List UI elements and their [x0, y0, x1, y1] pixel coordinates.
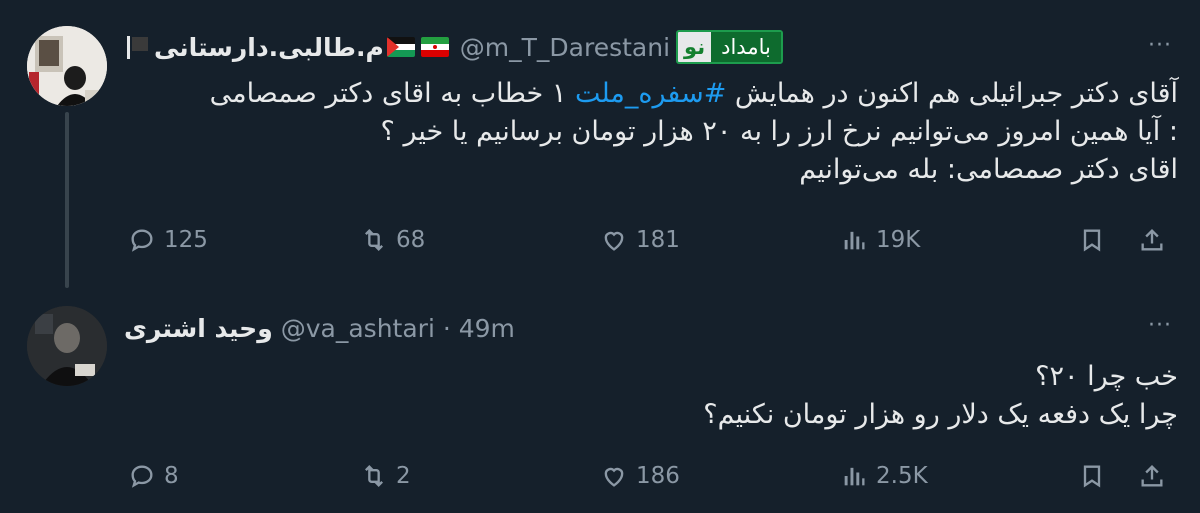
share-button[interactable]: [1138, 462, 1174, 490]
like-button[interactable]: 186: [600, 462, 680, 490]
share-button[interactable]: [1138, 226, 1174, 254]
retweet-icon: [365, 229, 383, 251]
tweet-text-line-2: : آیا همین امروز می‌توانیم نرخ ارز را به…: [380, 116, 1178, 147]
avatar[interactable]: [27, 306, 107, 386]
share-icon: [1141, 465, 1163, 487]
like-icon: [604, 231, 624, 251]
views-count: 19K: [876, 227, 921, 253]
reply-icon: [131, 465, 153, 488]
more-icon[interactable]: ···: [1146, 314, 1174, 342]
action-bar: 125 68 181 19K: [124, 218, 1176, 262]
share-icon: [1141, 229, 1163, 251]
display-name[interactable]: وحید اشتری: [124, 314, 273, 343]
like-count: 181: [636, 227, 680, 253]
user-handle[interactable]: @va_ashtari · 49m: [281, 314, 515, 343]
like-count: 186: [636, 463, 680, 489]
flag-icon: [124, 33, 150, 61]
retweet-count: 2: [396, 463, 411, 489]
tweet-header: وحید اشتری @va_ashtari · 49m: [124, 308, 515, 348]
reply-icon: [131, 229, 153, 252]
retweet-button[interactable]: 68: [360, 226, 425, 254]
like-icon: [604, 467, 624, 487]
bookmark-icon: [1083, 229, 1101, 252]
tweet-main[interactable]: م.طالبی.دارستانی @m_T_Darestani نو بامدا…: [0, 0, 1200, 290]
like-button[interactable]: 181: [600, 226, 680, 254]
retweet-button[interactable]: 2: [360, 462, 411, 490]
iran-flag-icon: [420, 37, 449, 57]
retweet-icon: [365, 465, 383, 487]
reply-button[interactable]: 8: [128, 462, 179, 490]
reply-count: 8: [164, 463, 179, 489]
tweet-header: م.طالبی.دارستانی @m_T_Darestani نو بامدا…: [124, 27, 783, 67]
tweet-text-line-2: چرا یک دفعه یک دلار رو هزار تومان نکنیم؟: [703, 399, 1178, 430]
views-count: 2.5K: [876, 463, 928, 489]
retweet-count: 68: [396, 227, 426, 253]
reply-button[interactable]: 125: [128, 226, 208, 254]
reply-count: 125: [164, 227, 208, 253]
affiliate-badge[interactable]: نو بامداد: [676, 30, 783, 64]
display-name[interactable]: م.طالبی.دارستانی: [154, 33, 384, 62]
more-icon[interactable]: ···: [1146, 34, 1174, 62]
tweet-text-line-3: اقای دکتر صمصامی: بله می‌توانیم: [799, 154, 1178, 185]
avatar[interactable]: [27, 26, 107, 106]
hashtag-link[interactable]: #سفره_ملت: [575, 78, 726, 109]
badge-label-right: بامداد: [711, 32, 781, 62]
thread-line: [65, 112, 69, 288]
views-button[interactable]: 19K: [840, 226, 920, 254]
badge-label-left: نو: [678, 32, 712, 62]
bookmark-button[interactable]: [1078, 462, 1114, 490]
tweet-reply[interactable]: وحید اشتری @va_ashtari · 49m ··· خب چرا …: [0, 290, 1200, 513]
user-handle[interactable]: @m_T_Darestani: [460, 33, 670, 62]
tweet-text-line-1: آقای دکتر جبرائیلی هم اکنون در همایش #سف…: [209, 78, 1178, 109]
tweet-text: آقای دکتر جبرائیلی هم اکنون در همایش #سف…: [128, 75, 1178, 189]
bookmark-button[interactable]: [1078, 226, 1114, 254]
palestine-flag-icon: [386, 37, 415, 57]
tweet-text-line-1: خب چرا ۲۰؟: [1035, 361, 1178, 392]
bookmark-icon: [1083, 465, 1101, 488]
action-bar: 8 2 186 2.5K: [124, 454, 1176, 498]
views-icon: [844, 231, 865, 250]
views-button[interactable]: 2.5K: [840, 462, 928, 490]
tweet-text: خب چرا ۲۰؟ چرا یک دفعه یک دلار رو هزار ت…: [128, 358, 1178, 434]
views-icon: [844, 467, 865, 486]
